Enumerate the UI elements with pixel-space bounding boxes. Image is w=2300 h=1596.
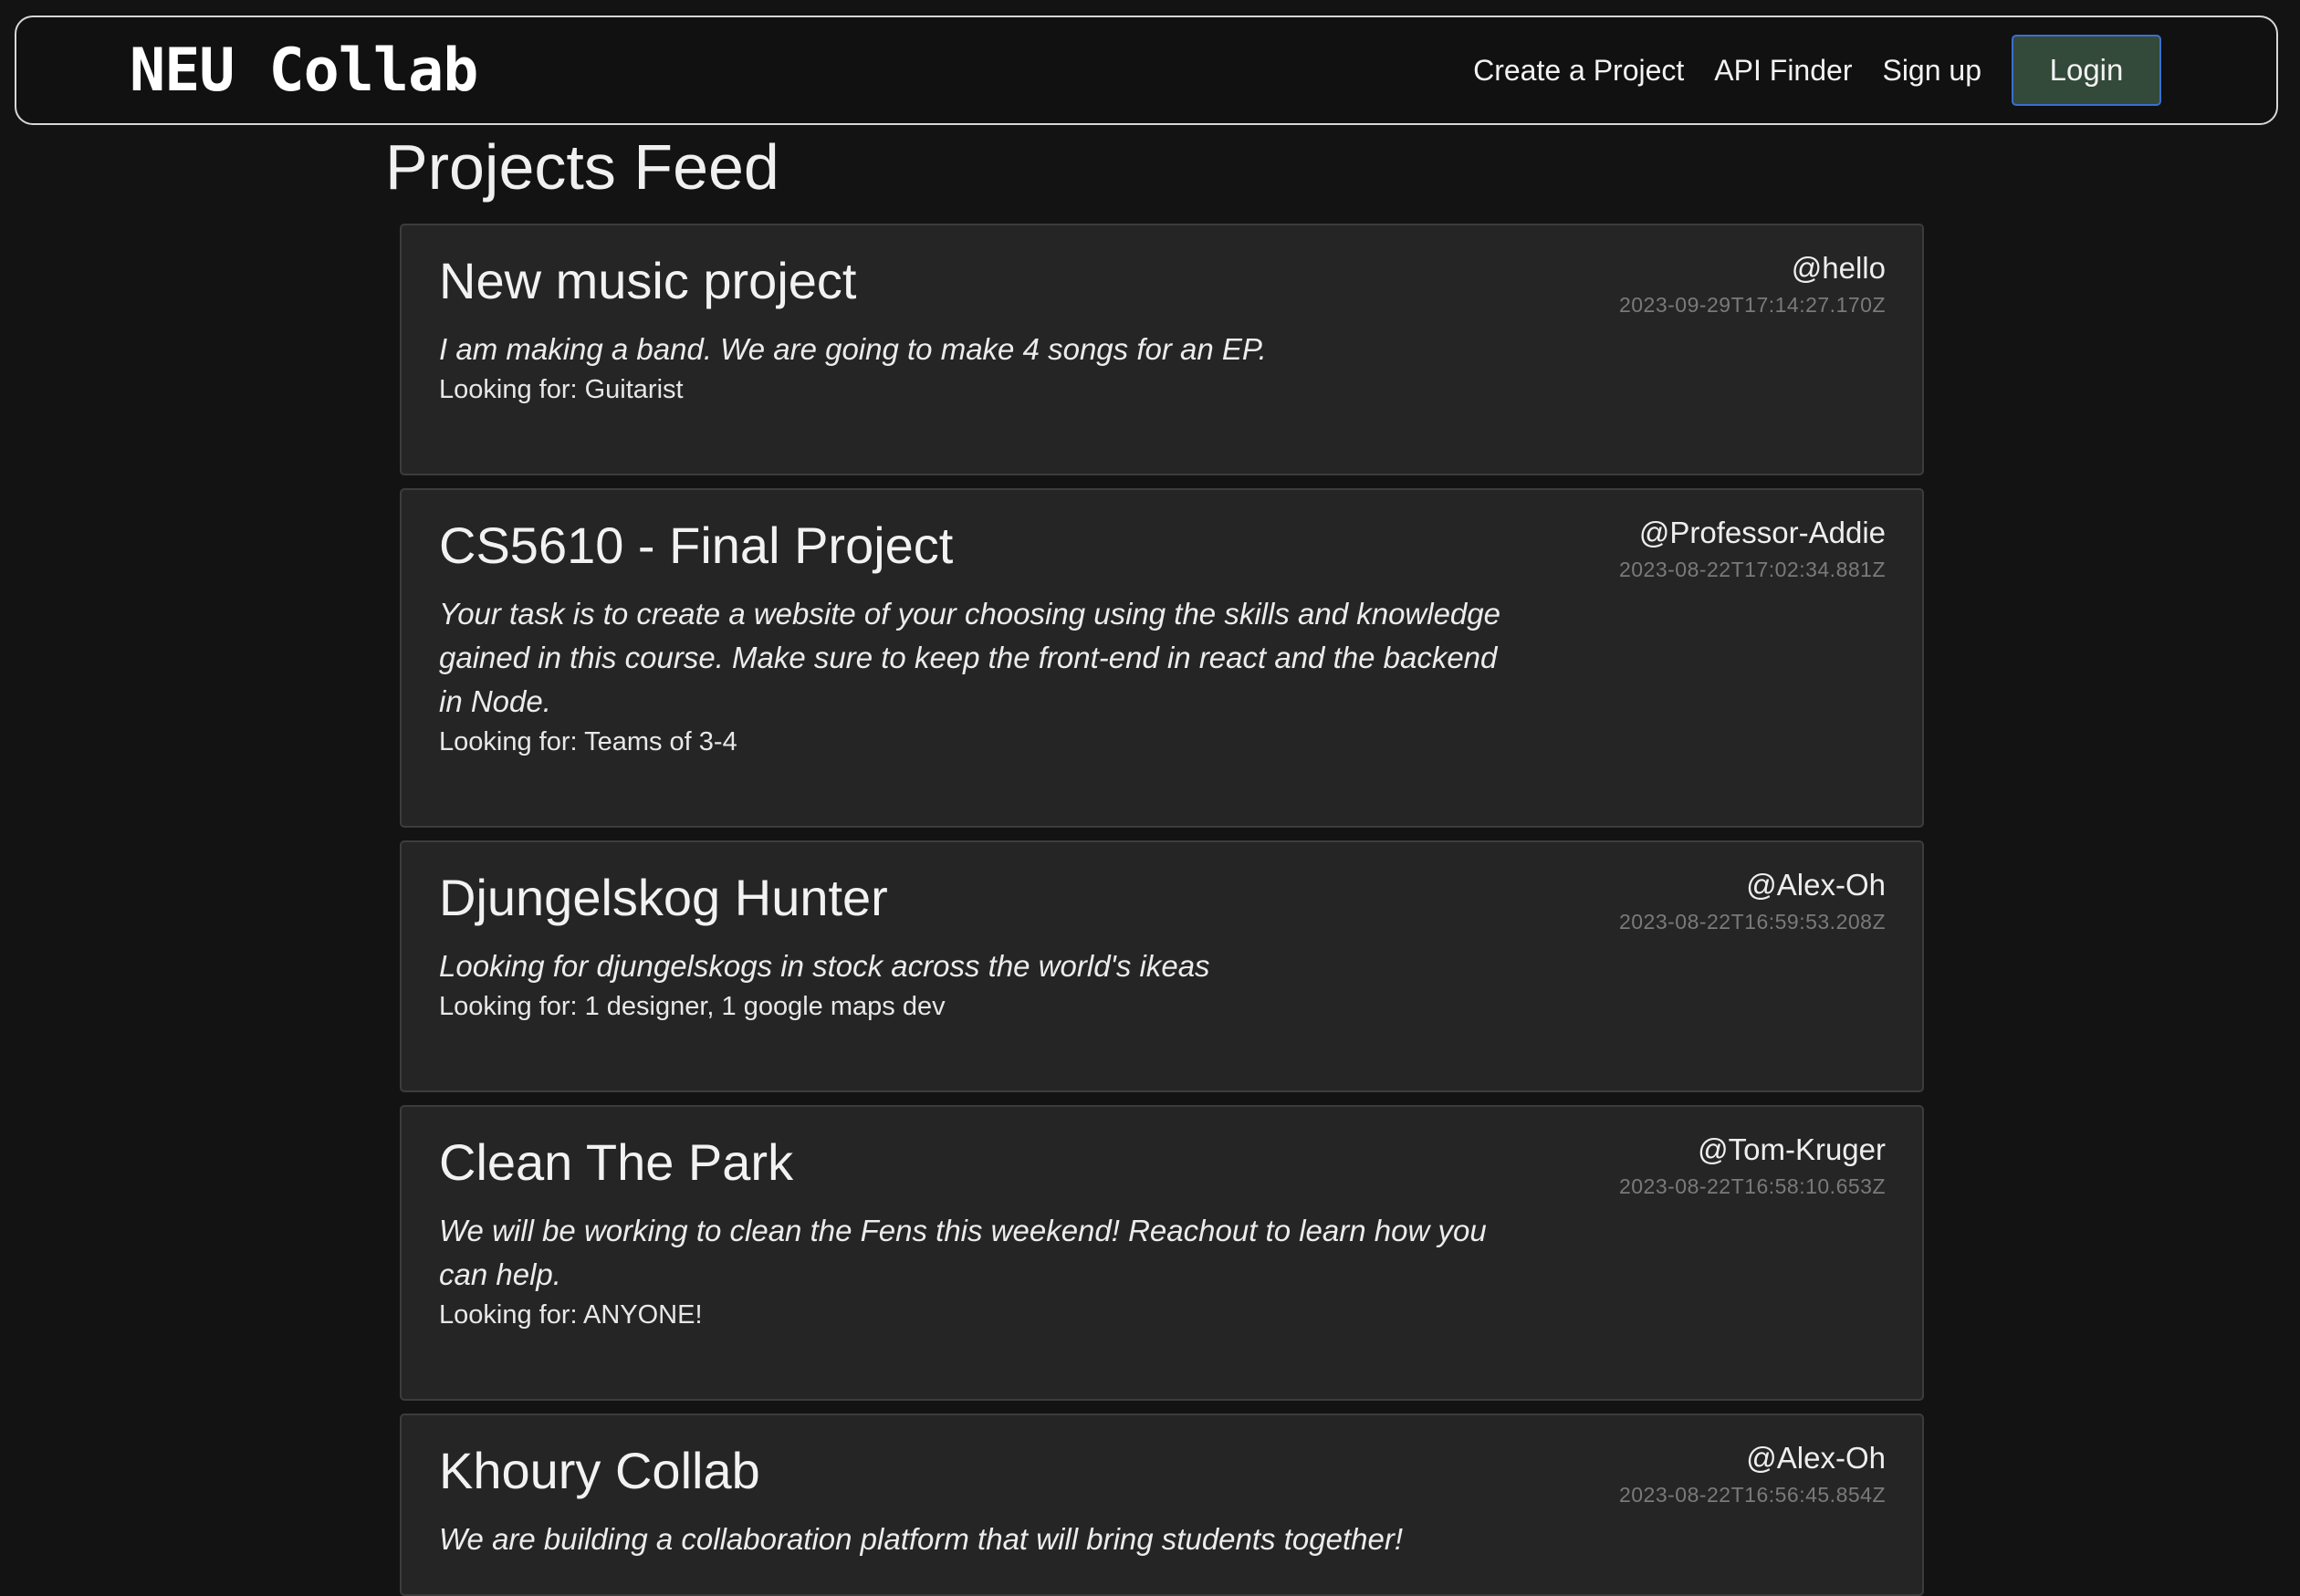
project-description-block: Your task is to create a website of your… [439,592,1507,760]
project-title[interactable]: New music project [439,253,856,309]
nav-link-create-project[interactable]: Create a Project [1473,54,1684,88]
page-title: Projects Feed [385,131,779,203]
nav-link-sign-up[interactable]: Sign up [1882,54,1981,88]
project-looking-for: Looking for: Guitarist [439,375,684,404]
project-description-block: I am making a band. We are going to make… [439,328,1507,408]
project-title[interactable]: CS5610 - Final Project [439,517,953,574]
nav-links: Create a Project API Finder Sign up Logi… [1473,17,2276,123]
project-title[interactable]: Khoury Collab [439,1443,760,1499]
project-author[interactable]: @Alex-Oh [1746,1441,1886,1476]
project-description-block: We will be working to clean the Fens thi… [439,1209,1507,1333]
login-button[interactable]: Login [2012,35,2161,106]
project-author[interactable]: @Tom-Kruger [1698,1132,1886,1167]
brand-logo[interactable]: NEU Collab [130,41,478,100]
navbar: NEU Collab Create a Project API Finder S… [15,16,2278,125]
project-card[interactable]: Clean The Park @Tom-Kruger 2023-08-22T16… [400,1105,1924,1401]
project-date: 2023-09-29T17:14:27.170Z [1618,293,1886,317]
project-date: 2023-08-22T16:59:53.208Z [1618,910,1886,934]
nav-link-api-finder[interactable]: API Finder [1714,54,1852,88]
project-looking-for: Looking for: Teams of 3-4 [439,727,737,756]
project-description-block: Looking for djungelskogs in stock across… [439,944,1507,1025]
project-title[interactable]: Djungelskog Hunter [439,870,888,926]
project-looking-for: Looking for: ANYONE! [439,1300,703,1330]
project-card[interactable]: New music project @hello 2023-09-29T17:1… [400,224,1924,475]
project-description-block: We are building a collaboration platform… [439,1518,1507,1561]
project-description: I am making a band. We are going to make… [439,332,1267,366]
project-date: 2023-08-22T16:56:45.854Z [1618,1483,1886,1507]
project-description: Your task is to create a website of your… [439,597,1500,718]
project-card[interactable]: Djungelskog Hunter @Alex-Oh 2023-08-22T1… [400,840,1924,1092]
project-author[interactable]: @Alex-Oh [1746,868,1886,902]
project-date: 2023-08-22T16:58:10.653Z [1618,1174,1886,1198]
project-author[interactable]: @hello [1792,251,1886,286]
project-card[interactable]: Khoury Collab @Alex-Oh 2023-08-22T16:56:… [400,1413,1924,1596]
project-looking-for: Looking for: 1 designer, 1 google maps d… [439,992,946,1021]
project-date: 2023-08-22T17:02:34.881Z [1618,558,1886,581]
project-description: Looking for djungelskogs in stock across… [439,949,1210,983]
project-card[interactable]: CS5610 - Final Project @Professor-Addie … [400,488,1924,828]
project-author[interactable]: @Professor-Addie [1639,516,1886,550]
project-description: We are building a collaboration platform… [439,1522,1403,1556]
project-title[interactable]: Clean The Park [439,1134,793,1191]
project-description: We will be working to clean the Fens thi… [439,1214,1487,1291]
